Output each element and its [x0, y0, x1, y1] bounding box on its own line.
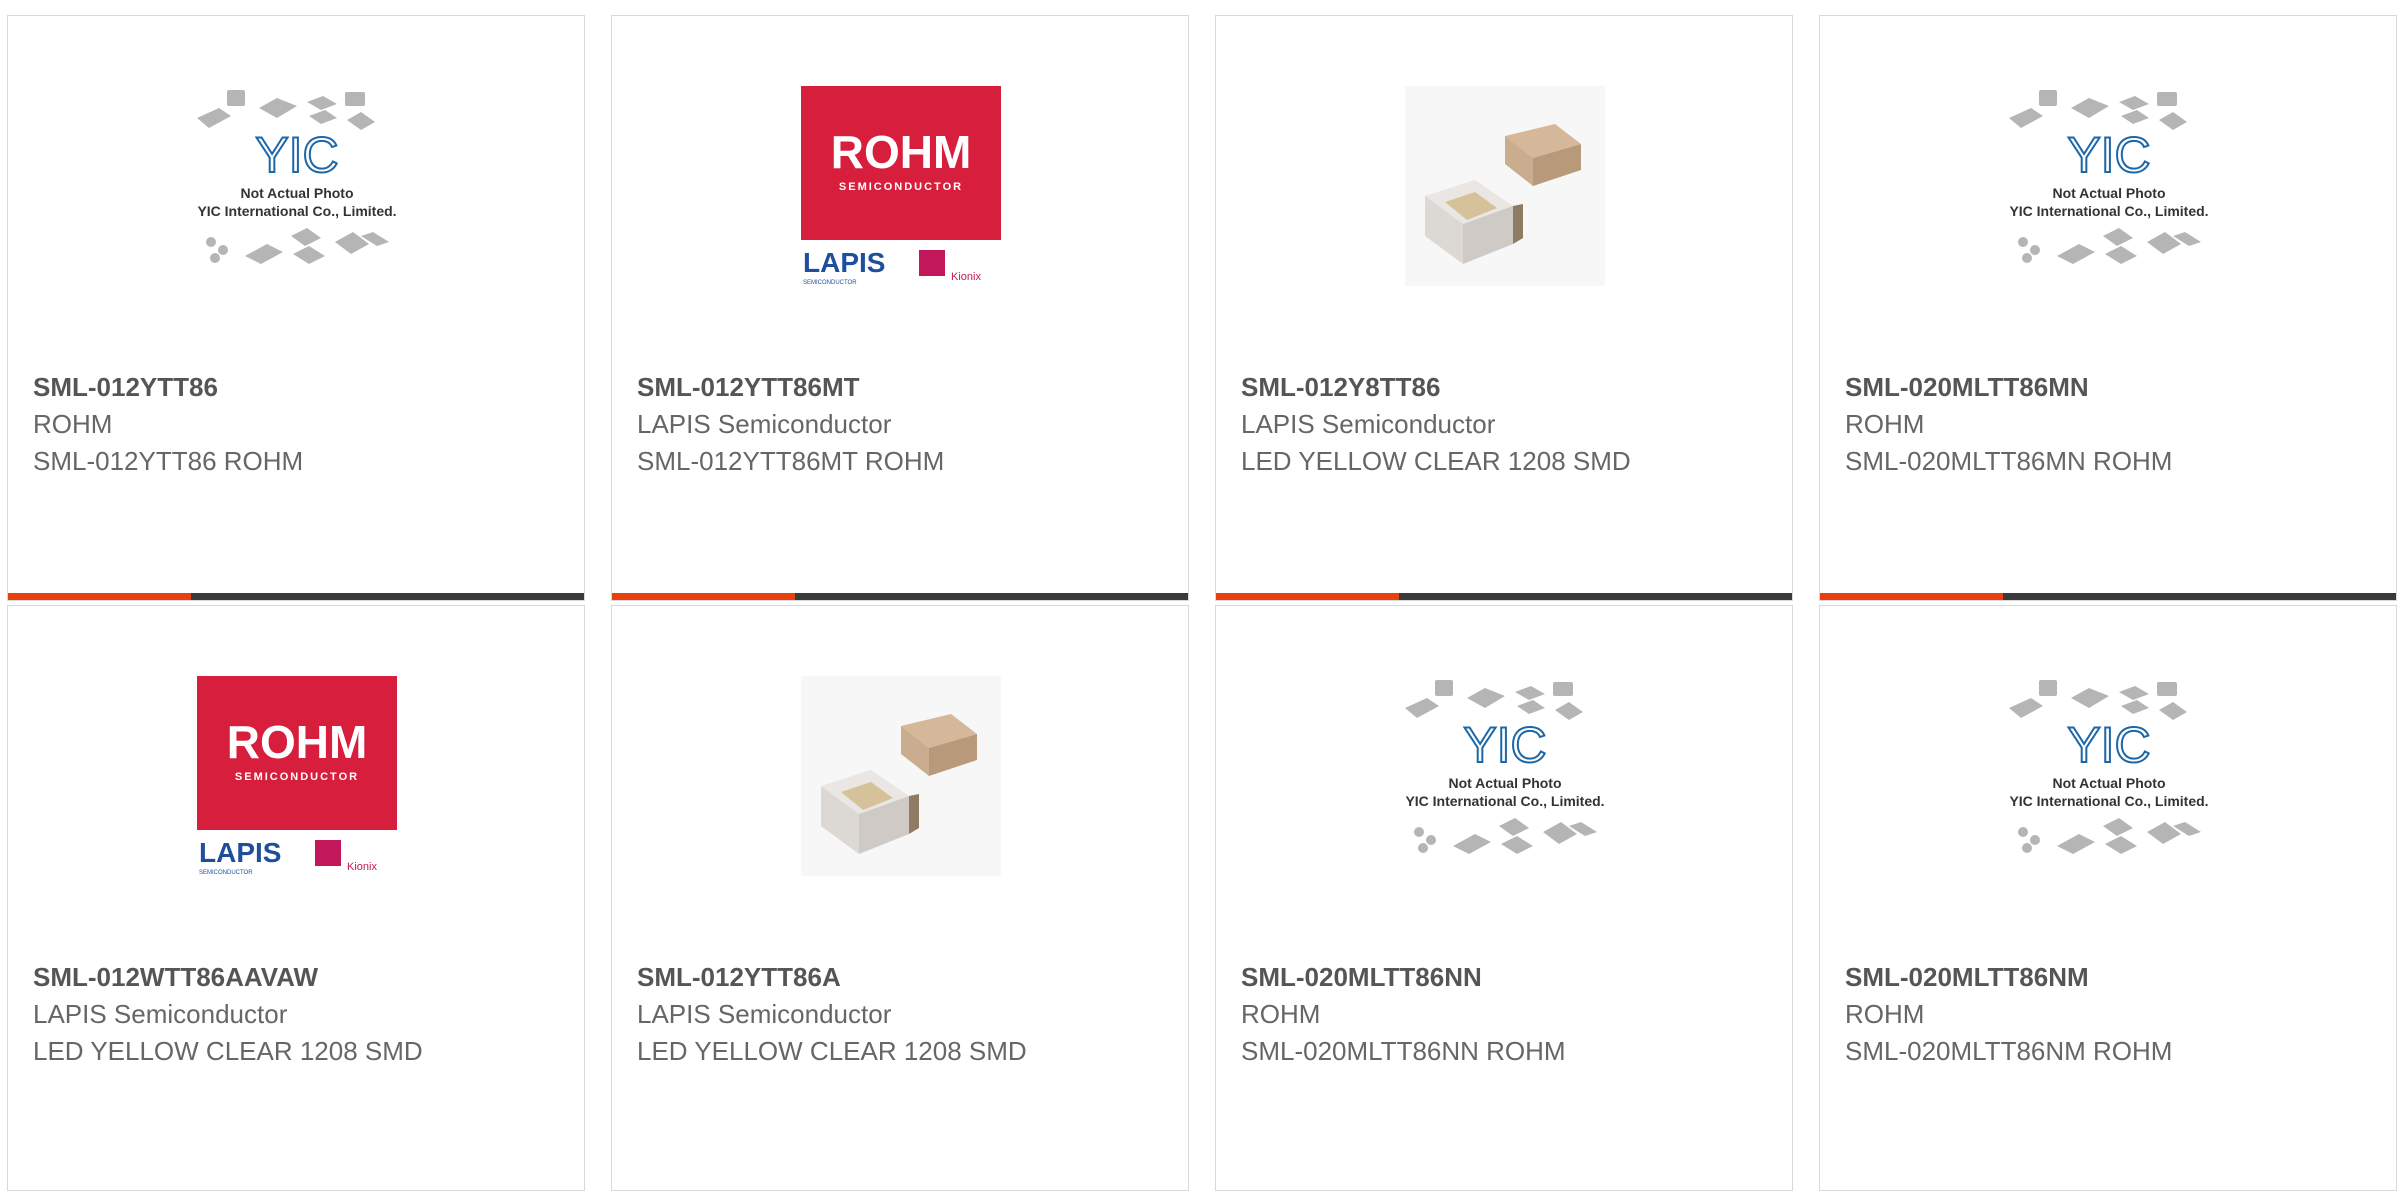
manufacturer-name: LAPIS Semiconductor — [1241, 409, 1496, 439]
card-bottom-bar — [612, 593, 1188, 600]
product-image — [801, 676, 1001, 876]
manufacturer-name: LAPIS Semiconductor — [637, 999, 892, 1029]
svg-text:Not Actual Photo: Not Actual Photo — [240, 185, 353, 201]
product-card[interactable]: ROHM SEMICONDUCTOR LAPIS SEMICONDUCTOR K… — [611, 15, 1189, 601]
manufacturer-name: LAPIS Semiconductor — [637, 409, 892, 439]
manufacturer-name: ROHM — [1241, 999, 1321, 1029]
svg-text:Not Actual Photo: Not Actual Photo — [2052, 775, 2165, 791]
svg-text:Kionix: Kionix — [347, 861, 377, 873]
svg-text:YIC International Co., Limited: YIC International Co., Limited. — [2009, 793, 2208, 809]
product-description: LED YELLOW CLEAR 1208 SMD — [1241, 446, 1631, 476]
part-number[interactable]: SML-020MLTT86MN — [1845, 372, 2089, 403]
product-image — [1405, 86, 1605, 286]
manufacturer-name: ROHM — [1845, 409, 1925, 439]
product-image: YIC Not Actual Photo YIC International C… — [2009, 86, 2209, 286]
product-description: SML-020MLTT86NN ROHM — [1241, 1036, 1566, 1066]
part-number[interactable]: SML-020MLTT86NM — [1845, 962, 2089, 993]
product-image: YIC Not Actual Photo YIC International C… — [1405, 676, 1605, 876]
product-image: YIC Not Actual Photo YIC International C… — [2009, 676, 2209, 876]
svg-text:Not Actual Photo: Not Actual Photo — [2052, 185, 2165, 201]
product-description: LED YELLOW CLEAR 1208 SMD — [33, 1036, 423, 1066]
product-card[interactable]: ROHM SEMICONDUCTOR LAPIS SEMICONDUCTOR K… — [7, 605, 585, 1191]
product-card[interactable]: YIC Not Actual Photo YIC International C… — [1215, 605, 1793, 1191]
product-description: SML-020MLTT86MN ROHM — [1845, 446, 2173, 476]
product-image: YIC Not Actual Photo YIC International C… — [197, 86, 397, 286]
card-accent-bar — [612, 593, 795, 600]
svg-text:SEMICONDUCTOR: SEMICONDUCTOR — [839, 181, 963, 193]
svg-text:YIC International Co., Limited: YIC International Co., Limited. — [1405, 793, 1604, 809]
svg-text:LAPIS: LAPIS — [199, 837, 281, 868]
manufacturer-name: ROHM — [1845, 999, 1925, 1029]
svg-text:YIC: YIC — [1463, 717, 1546, 773]
svg-text:Not Actual Photo: Not Actual Photo — [1448, 775, 1561, 791]
manufacturer-name: LAPIS Semiconductor — [33, 999, 288, 1029]
part-number[interactable]: SML-020MLTT86NN — [1241, 962, 1482, 993]
part-number[interactable]: SML-012YTT86A — [637, 962, 841, 993]
product-description: SML-020MLTT86NM ROHM — [1845, 1036, 2173, 1066]
part-number[interactable]: SML-012YTT86 — [33, 372, 218, 403]
product-image: ROHM SEMICONDUCTOR LAPIS SEMICONDUCTOR K… — [801, 86, 1001, 286]
svg-text:SEMICONDUCTOR: SEMICONDUCTOR — [199, 870, 253, 876]
product-card[interactable]: YIC Not Actual Photo YIC International C… — [1819, 15, 2397, 601]
manufacturer-name: ROHM — [33, 409, 113, 439]
card-bottom-bar — [1216, 593, 1792, 600]
svg-text:ROHM: ROHM — [227, 716, 368, 768]
card-bottom-bar — [8, 593, 584, 600]
product-description: LED YELLOW CLEAR 1208 SMD — [637, 1036, 1027, 1066]
product-card[interactable]: YIC Not Actual Photo YIC International C… — [7, 15, 585, 601]
card-bottom-bar — [1820, 593, 2396, 600]
svg-text:LAPIS: LAPIS — [803, 247, 885, 278]
part-number[interactable]: SML-012Y8TT86 — [1241, 372, 1440, 403]
product-card[interactable]: YIC Not Actual Photo YIC International C… — [1819, 605, 2397, 1191]
card-accent-bar — [1216, 593, 1399, 600]
svg-text:ROHM: ROHM — [831, 126, 972, 178]
product-image: ROHM SEMICONDUCTOR LAPIS SEMICONDUCTOR K… — [197, 676, 397, 876]
part-number[interactable]: SML-012WTT86AAVAW — [33, 962, 318, 993]
svg-text:YIC: YIC — [2067, 717, 2150, 773]
product-description: SML-012YTT86MT ROHM — [637, 446, 945, 476]
card-accent-bar — [1820, 593, 2003, 600]
svg-text:SEMICONDUCTOR: SEMICONDUCTOR — [235, 771, 359, 783]
svg-text:YIC International Co., Limited: YIC International Co., Limited. — [197, 203, 396, 219]
svg-text:YIC International Co., Limited: YIC International Co., Limited. — [2009, 203, 2208, 219]
card-accent-bar — [8, 593, 191, 600]
product-description: SML-012YTT86 ROHM — [33, 446, 304, 476]
svg-text:Kionix: Kionix — [951, 271, 981, 283]
svg-text:YIC: YIC — [2067, 127, 2150, 183]
svg-text:SEMICONDUCTOR: SEMICONDUCTOR — [803, 280, 857, 286]
part-number[interactable]: SML-012YTT86MT — [637, 372, 860, 403]
product-card[interactable]: SML-012YTT86A LAPIS Semiconductor LED YE… — [611, 605, 1189, 1191]
svg-text:YIC: YIC — [255, 127, 338, 183]
product-card[interactable]: SML-012Y8TT86 LAPIS Semiconductor LED YE… — [1215, 15, 1793, 601]
